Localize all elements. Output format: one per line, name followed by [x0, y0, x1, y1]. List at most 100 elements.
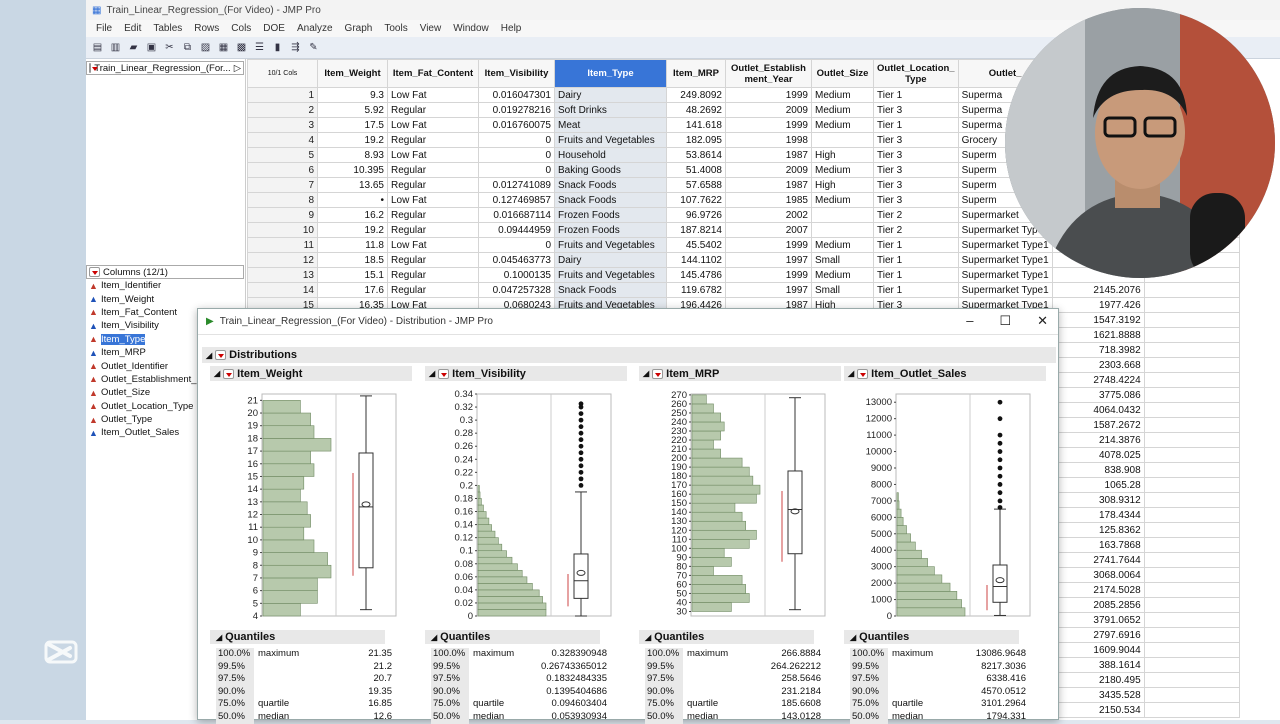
column-header[interactable]: Outlet_Establish ment_Year — [725, 59, 812, 88]
table-cell[interactable] — [1143, 552, 1240, 568]
table-cell[interactable]: Medium — [811, 267, 874, 283]
table-cell[interactable]: Regular — [387, 177, 479, 193]
table-cell[interactable]: 1547.3192 — [1051, 312, 1145, 328]
table-cell[interactable]: 3775.086 — [1051, 387, 1145, 403]
table-cell[interactable]: Tier 2 — [873, 222, 959, 238]
table-cell[interactable]: Medium — [811, 237, 874, 253]
table-cell[interactable]: Medium — [811, 162, 874, 178]
table-cell[interactable] — [1143, 357, 1240, 373]
table-cell[interactable]: 45.5402 — [666, 237, 726, 253]
red-triangle-icon[interactable] — [438, 368, 450, 379]
table-cell[interactable]: Medium — [811, 102, 874, 118]
row-number[interactable]: 7 — [247, 177, 318, 193]
table-cell[interactable]: 4064.0432 — [1051, 402, 1145, 418]
table-cell[interactable]: 107.7622 — [666, 192, 726, 208]
table-cell[interactable]: High — [811, 147, 874, 163]
collapse-triangle-icon[interactable]: ◢ — [216, 633, 222, 642]
table-cell[interactable]: Household — [554, 147, 667, 163]
table-cell[interactable]: Fruits and Vegetables — [554, 267, 667, 283]
table-cell[interactable]: 1998 — [725, 132, 812, 148]
table-cell[interactable]: Low Fat — [387, 147, 479, 163]
table-cell[interactable]: 48.2692 — [666, 102, 726, 118]
row-number[interactable]: 4 — [247, 132, 318, 148]
table-cell[interactable]: Tier 3 — [873, 147, 959, 163]
table-cell[interactable]: 0.016687114 — [478, 207, 555, 223]
table-cell[interactable]: Tier 1 — [873, 267, 959, 283]
column-item[interactable]: ▲ Item_Identifier — [86, 279, 246, 292]
table-cell[interactable]: 141.618 — [666, 117, 726, 133]
table-cell[interactable]: 3068.0064 — [1051, 567, 1145, 583]
table-cell[interactable] — [1143, 432, 1240, 448]
menu-analyze[interactable]: Analyze — [291, 23, 339, 34]
table-cell[interactable]: 1609.9044 — [1051, 642, 1145, 658]
row-number[interactable]: 12 — [247, 252, 318, 268]
table-cell[interactable]: 0 — [478, 132, 555, 148]
open-icon[interactable]: ▰ — [126, 41, 141, 55]
table-cell[interactable]: 0 — [478, 162, 555, 178]
table-cell[interactable]: Medium — [811, 192, 874, 208]
table-cell[interactable] — [1143, 297, 1240, 313]
red-triangle-icon[interactable] — [857, 368, 869, 379]
cut-icon[interactable]: ✂ — [162, 41, 177, 55]
table-cell[interactable] — [1143, 507, 1240, 523]
table-cell[interactable]: 0.012741089 — [478, 177, 555, 193]
menu-file[interactable]: File — [90, 23, 118, 34]
table-cell[interactable] — [1143, 342, 1240, 358]
table-cell[interactable]: 0.045463773 — [478, 252, 555, 268]
table-cell[interactable]: 2174.5028 — [1051, 582, 1145, 598]
table-cell[interactable]: Regular — [387, 102, 479, 118]
new-table-icon[interactable]: ▤ — [90, 41, 105, 55]
table-cell[interactable]: 2748.4224 — [1051, 372, 1145, 388]
table-cell[interactable]: Tier 1 — [873, 252, 959, 268]
row-number[interactable]: 2 — [247, 102, 318, 118]
grid-icon[interactable]: ▩ — [234, 41, 249, 55]
menu-tools[interactable]: Tools — [378, 23, 413, 34]
table-cell[interactable] — [1143, 582, 1240, 598]
table-cell[interactable]: 17.5 — [317, 117, 388, 133]
close-icon[interactable]: ✕ — [1037, 313, 1048, 329]
menu-graph[interactable]: Graph — [339, 23, 379, 34]
table-cell[interactable]: Regular — [387, 252, 479, 268]
table-cell[interactable]: Medium — [811, 87, 874, 103]
table-cell[interactable]: Regular — [387, 162, 479, 178]
table-cell[interactable] — [1143, 417, 1240, 433]
table-cell[interactable]: 2150.534 — [1051, 702, 1145, 718]
table-cell[interactable]: 5.92 — [317, 102, 388, 118]
row-number[interactable]: 8 — [247, 192, 318, 208]
table-cell[interactable]: 1999 — [725, 237, 812, 253]
table-cell[interactable]: 17.6 — [317, 282, 388, 298]
table-cell[interactable] — [811, 207, 874, 223]
table-cell[interactable] — [1143, 627, 1240, 643]
table-cell[interactable]: Dairy — [554, 87, 667, 103]
table-cell[interactable]: Low Fat — [387, 117, 479, 133]
table-cell[interactable]: Snack Foods — [554, 177, 667, 193]
table-cell[interactable] — [1143, 477, 1240, 493]
save-icon[interactable]: ▣ — [144, 41, 159, 55]
maximize-icon[interactable]: ☐ — [999, 313, 1011, 329]
table-cell[interactable]: 308.9312 — [1051, 492, 1145, 508]
table-cell[interactable]: Tier 1 — [873, 282, 959, 298]
table-cell[interactable] — [1143, 687, 1240, 703]
row-number[interactable]: 9 — [247, 207, 318, 223]
distribution-icon[interactable]: ▮ — [270, 41, 285, 55]
table-cell[interactable]: 0.047257328 — [478, 282, 555, 298]
row-number[interactable]: 5 — [247, 147, 318, 163]
table-cell[interactable]: Dairy — [554, 252, 667, 268]
table-cell[interactable]: Medium — [811, 117, 874, 133]
table-cell[interactable]: 1997 — [725, 282, 812, 298]
row-number[interactable]: 14 — [247, 282, 318, 298]
table-cell[interactable]: 388.1614 — [1051, 657, 1145, 673]
table-cell[interactable]: Regular — [387, 222, 479, 238]
row-number[interactable]: 11 — [247, 237, 318, 253]
table-cell[interactable]: 4078.025 — [1051, 447, 1145, 463]
table-cell[interactable]: 1985 — [725, 192, 812, 208]
quantiles-header[interactable]: ◢ Quantiles — [639, 630, 814, 644]
table-cell[interactable]: 145.4786 — [666, 267, 726, 283]
column-header[interactable]: Item_MRP — [666, 59, 726, 88]
table-cell[interactable]: 187.8214 — [666, 222, 726, 238]
table-cell[interactable]: Tier 1 — [873, 237, 959, 253]
table-cell[interactable]: Tier 2 — [873, 207, 959, 223]
table-cell[interactable]: 0.019278216 — [478, 102, 555, 118]
table-cell[interactable] — [1143, 597, 1240, 613]
table-cell[interactable] — [1143, 327, 1240, 343]
